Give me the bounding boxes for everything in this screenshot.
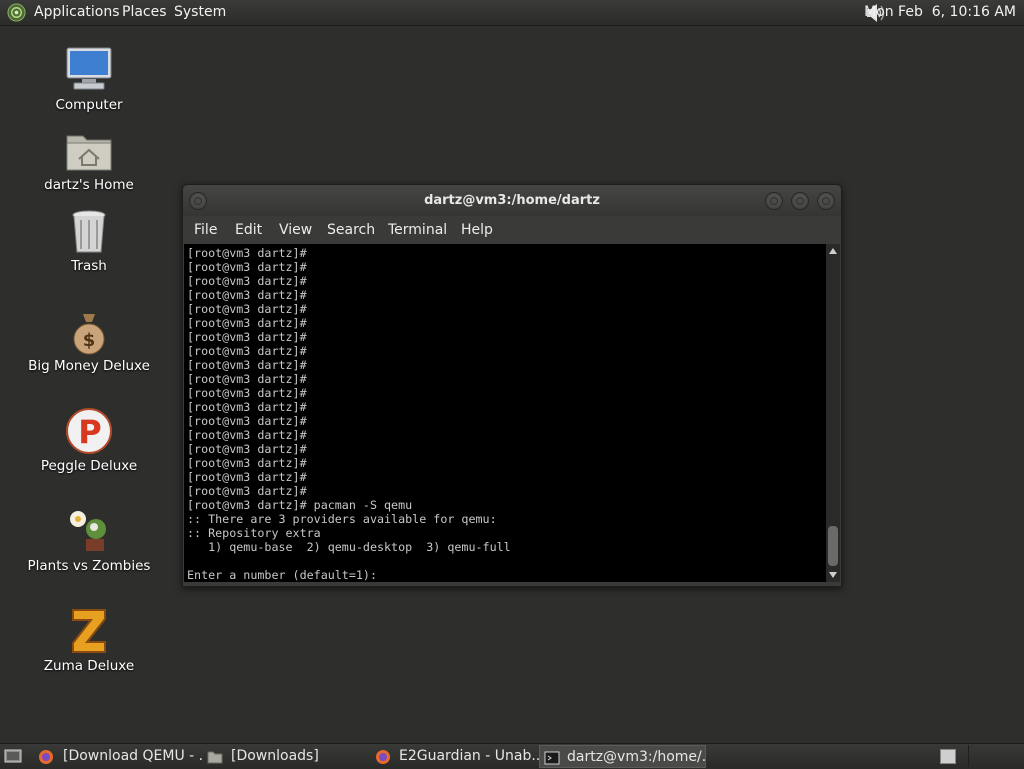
- terminal-line: [root@vm3 dartz]#: [187, 484, 307, 498]
- terminal-line: [root@vm3 dartz]#: [187, 358, 307, 372]
- terminal-screen[interactable]: [root@vm3 dartz]# [root@vm3 dartz]# [root@…: [184, 244, 826, 582]
- terminal-scrollbar[interactable]: [826, 244, 840, 582]
- terminal-line: [root@vm3 dartz]#: [187, 470, 307, 484]
- firefox-icon: [376, 750, 390, 764]
- folder-icon: [207, 751, 223, 764]
- terminal-line: [root@vm3 dartz]#: [187, 428, 307, 442]
- terminal-line: [root@vm3 dartz]#: [187, 330, 307, 344]
- desktop-icon-label: Zuma Deluxe: [43, 658, 135, 674]
- menu-file[interactable]: File: [194, 216, 217, 244]
- home-folder-icon: [66, 135, 112, 171]
- terminal-line: [root@vm3 dartz]#: [187, 414, 307, 428]
- terminal-line: [root@vm3 dartz]#: [187, 372, 307, 386]
- terminal-line: :: There are 3 providers available for q…: [187, 512, 497, 526]
- task-label: dartz@vm3:/home/...: [567, 749, 706, 765]
- menu-applications[interactable]: Applications: [34, 0, 120, 25]
- task-label: [Download QEMU - ...: [63, 748, 204, 764]
- workspace-switcher-icon[interactable]: [940, 749, 956, 764]
- menu-edit[interactable]: Edit: [235, 216, 262, 244]
- firefox-icon: [39, 750, 53, 764]
- gnome-foot-icon[interactable]: [7, 3, 26, 22]
- terminal-icon: [544, 751, 560, 765]
- desktop-icon-label: Peggle Deluxe: [40, 458, 138, 474]
- close-button[interactable]: [817, 192, 835, 210]
- clock[interactable]: Mon Feb 6, 10:16 AM: [864, 0, 1016, 25]
- scroll-down-icon[interactable]: [829, 572, 837, 578]
- desktop-icon-label: Plants vs Zombies: [27, 558, 151, 574]
- flower-zombie-icon: [70, 511, 106, 551]
- task-downloads[interactable]: [Downloads]: [203, 745, 373, 768]
- terminal-line: [root@vm3 dartz]# pacman -S qemu: [187, 498, 413, 512]
- trash-can-icon: [72, 210, 106, 253]
- desktop-icon-label: Computer: [55, 97, 123, 113]
- task-firefox-e2guardian[interactable]: E2Guardian - Unab...: [371, 745, 539, 768]
- scroll-up-icon[interactable]: [829, 248, 837, 254]
- desktop-icon-label: Big Money Deluxe: [28, 358, 150, 374]
- terminal-line: [root@vm3 dartz]#: [187, 260, 307, 274]
- menu-view[interactable]: View: [279, 216, 312, 244]
- peggle-ball-icon: P: [66, 408, 112, 454]
- menu-system[interactable]: System: [174, 0, 226, 25]
- terminal-line: [root@vm3 dartz]#: [187, 246, 307, 260]
- desktop-icon-label: Trash: [71, 258, 107, 274]
- menu-places[interactable]: Places: [122, 0, 167, 25]
- terminal-line: [root@vm3 dartz]#: [187, 288, 307, 302]
- terminal-line: [root@vm3 dartz]#: [187, 316, 307, 330]
- workspace-switcher-area[interactable]: [968, 745, 1023, 767]
- terminal-line: 1) qemu-base 2) qemu-desktop 3) qemu-ful…: [187, 540, 511, 554]
- top-panel: Applications Places System Mon Feb 6, 10…: [0, 0, 1024, 26]
- terminal-line: [root@vm3 dartz]#: [187, 456, 307, 470]
- terminal-menubar: File Edit View Search Terminal Help: [183, 216, 841, 244]
- svg-text:$: $: [83, 330, 96, 351]
- terminal-line: [root@vm3 dartz]#: [187, 386, 307, 400]
- terminal-line: [root@vm3 dartz]#: [187, 442, 307, 456]
- task-label: [Downloads]: [231, 748, 319, 764]
- terminal-line: [root@vm3 dartz]#: [187, 274, 307, 288]
- bottom-panel: [Download QEMU - ... [Downloads] E2Guard…: [0, 743, 1024, 769]
- terminal-line: [root@vm3 dartz]#: [187, 344, 307, 358]
- desktop-icon-label: dartz's Home: [44, 177, 134, 193]
- terminal-line: [root@vm3 dartz]#: [187, 400, 307, 414]
- zuma-z-icon: [72, 609, 106, 653]
- terminal-window[interactable]: dartz@vm3:/home/dartz File Edit View Sea…: [182, 184, 842, 587]
- menu-help[interactable]: Help: [461, 216, 493, 244]
- menu-search[interactable]: Search: [327, 216, 375, 244]
- minimize-button[interactable]: [765, 192, 783, 210]
- task-terminal[interactable]: dartz@vm3:/home/...: [539, 745, 706, 768]
- scrollbar-thumb[interactable]: [828, 526, 838, 566]
- menu-terminal[interactable]: Terminal: [388, 216, 447, 244]
- money-bag-icon: $: [73, 314, 105, 355]
- terminal-line: Enter a number (default=1):: [187, 568, 377, 582]
- terminal-output: [root@vm3 dartz]# [root@vm3 dartz]# [root@…: [184, 244, 826, 582]
- terminal-line: :: Repository extra: [187, 526, 321, 540]
- maximize-button[interactable]: [791, 192, 809, 210]
- terminal-line: [root@vm3 dartz]#: [187, 302, 307, 316]
- task-firefox-qemu[interactable]: [Download QEMU - ...: [34, 745, 204, 768]
- task-label: E2Guardian - Unab...: [399, 748, 539, 764]
- computer-monitor-icon: [66, 47, 112, 90]
- window-title: dartz@vm3:/home/dartz: [424, 193, 600, 208]
- svg-text:P: P: [78, 413, 101, 451]
- window-titlebar[interactable]: dartz@vm3:/home/dartz: [183, 185, 841, 216]
- show-desktop-icon[interactable]: [4, 748, 22, 765]
